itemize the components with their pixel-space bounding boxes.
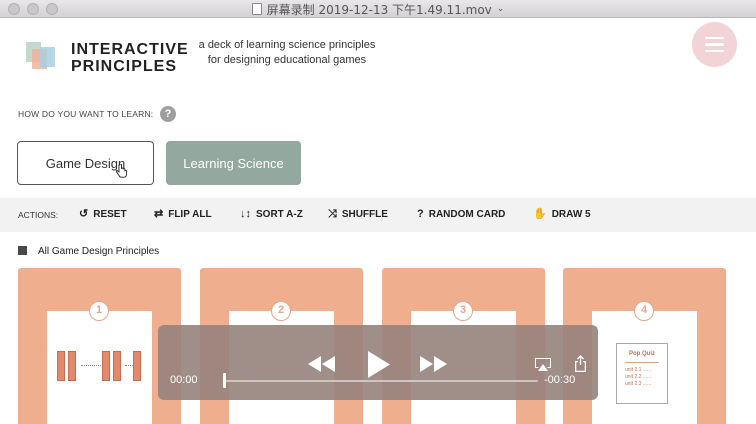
sort-icon: ↓↕: [240, 208, 251, 220]
bar-shape: [68, 351, 76, 381]
flip-icon: ⇄: [154, 208, 164, 220]
logo-icon: [24, 42, 58, 76]
flip-all-label: FLIP ALL: [168, 208, 212, 220]
bar-shape: [102, 351, 110, 381]
video-player-controls: 00:00 -00:30: [158, 325, 598, 400]
card-number-badge: 4: [634, 301, 654, 321]
section-square-icon: [18, 246, 27, 255]
bar-shape: [113, 351, 121, 381]
menu-icon-line: [705, 49, 724, 53]
tagline-line-1: a deck of learning science principles: [198, 39, 376, 51]
play-icon[interactable]: [367, 351, 391, 378]
principle-card-1[interactable]: 1: [18, 268, 181, 424]
quiz-title: Pop Quiz: [629, 351, 655, 357]
scrub-track[interactable]: [224, 380, 538, 382]
shuffle-icon: ⤨: [328, 208, 337, 220]
help-icon[interactable]: ?: [160, 106, 176, 122]
file-icon: [251, 3, 262, 15]
sort-a-z-button[interactable]: ↓↕ SORT A-Z: [240, 208, 303, 220]
tagline: a deck of learning science principles fo…: [187, 38, 387, 68]
draw-5-button[interactable]: ✋ DRAW 5: [533, 208, 591, 220]
page: INTERACTIVE PRINCIPLES a deck of learnin…: [0, 18, 756, 424]
dotted-line: [125, 365, 133, 367]
scrub-handle[interactable]: [223, 373, 226, 388]
quiz-item: unit 2.1 ......: [625, 367, 652, 373]
actions-label: ACTIONS:: [18, 210, 59, 220]
actions-bar: ACTIONS: ↺ RESET ⇄ FLIP ALL ↓↕ SORT A-Z …: [0, 198, 756, 232]
random-card-label: RANDOM CARD: [428, 208, 506, 220]
airplay-icon[interactable]: [534, 357, 552, 372]
learn-question: HOW DO YOU WANT TO LEARN:: [18, 109, 154, 119]
sort-label: SORT A-Z: [256, 208, 303, 220]
remaining-time: -00:30: [544, 374, 576, 386]
window-titlebar: 屏幕录制 2019-12-13 下午1.49.11.mov ⌄: [0, 0, 756, 18]
card-number-badge: 1: [89, 301, 109, 321]
quiz-item: unit 2.3 ......: [625, 381, 652, 387]
pop-quiz-illustration: Pop Quiz unit 2.1 ...... unit 2.2 ......…: [616, 343, 668, 404]
shuffle-button[interactable]: ⤨ SHUFFLE: [328, 208, 388, 220]
window-title: 屏幕录制 2019-12-13 下午1.49.11.mov: [266, 2, 492, 17]
reset-label: RESET: [93, 208, 127, 220]
reset-button[interactable]: ↺ RESET: [79, 208, 127, 220]
quiz-divider: [625, 362, 659, 363]
flip-all-button[interactable]: ⇄ FLIP ALL: [154, 208, 212, 220]
bar-shape: [57, 351, 65, 381]
card-face: [47, 311, 152, 424]
reset-icon: ↺: [79, 208, 89, 220]
card-illustration: [57, 351, 147, 383]
rewind-icon[interactable]: [308, 356, 336, 372]
quiz-item: unit 2.2 ......: [625, 374, 652, 380]
game-design-button[interactable]: Game Design: [17, 141, 154, 185]
menu-icon-line: [705, 36, 724, 40]
hand-icon: ✋: [533, 208, 547, 220]
draw-5-label: DRAW 5: [551, 208, 591, 220]
random-card-button[interactable]: ? RANDOM CARD: [417, 208, 505, 220]
window-title-group[interactable]: 屏幕录制 2019-12-13 下午1.49.11.mov ⌄: [0, 0, 756, 18]
brand-line-2: PRINCIPLES: [71, 58, 178, 75]
chevron-down-icon: ⌄: [496, 4, 505, 14]
shuffle-label: SHUFFLE: [341, 208, 388, 220]
learning-science-button[interactable]: Learning Science: [166, 141, 301, 185]
card-number-badge: 3: [453, 301, 473, 321]
fast-forward-icon[interactable]: [420, 356, 448, 372]
menu-icon-line: [705, 43, 724, 46]
tagline-line-2: for designing educational games: [207, 54, 367, 66]
pointer-cursor-icon: [116, 164, 128, 178]
hamburger-menu-button[interactable]: [692, 22, 737, 67]
card-number-badge: 2: [271, 301, 291, 321]
question-icon: ?: [417, 208, 424, 220]
bar-shape: [133, 351, 141, 381]
section-title: All Game Design Principles: [38, 246, 160, 257]
share-icon[interactable]: [574, 355, 587, 372]
brand-line-1: INTERACTIVE: [71, 41, 189, 58]
card-face: Pop Quiz unit 2.1 ...... unit 2.2 ......…: [592, 311, 697, 424]
brand-title[interactable]: INTERACTIVE PRINCIPLES: [71, 41, 189, 75]
current-time: 00:00: [170, 374, 198, 386]
